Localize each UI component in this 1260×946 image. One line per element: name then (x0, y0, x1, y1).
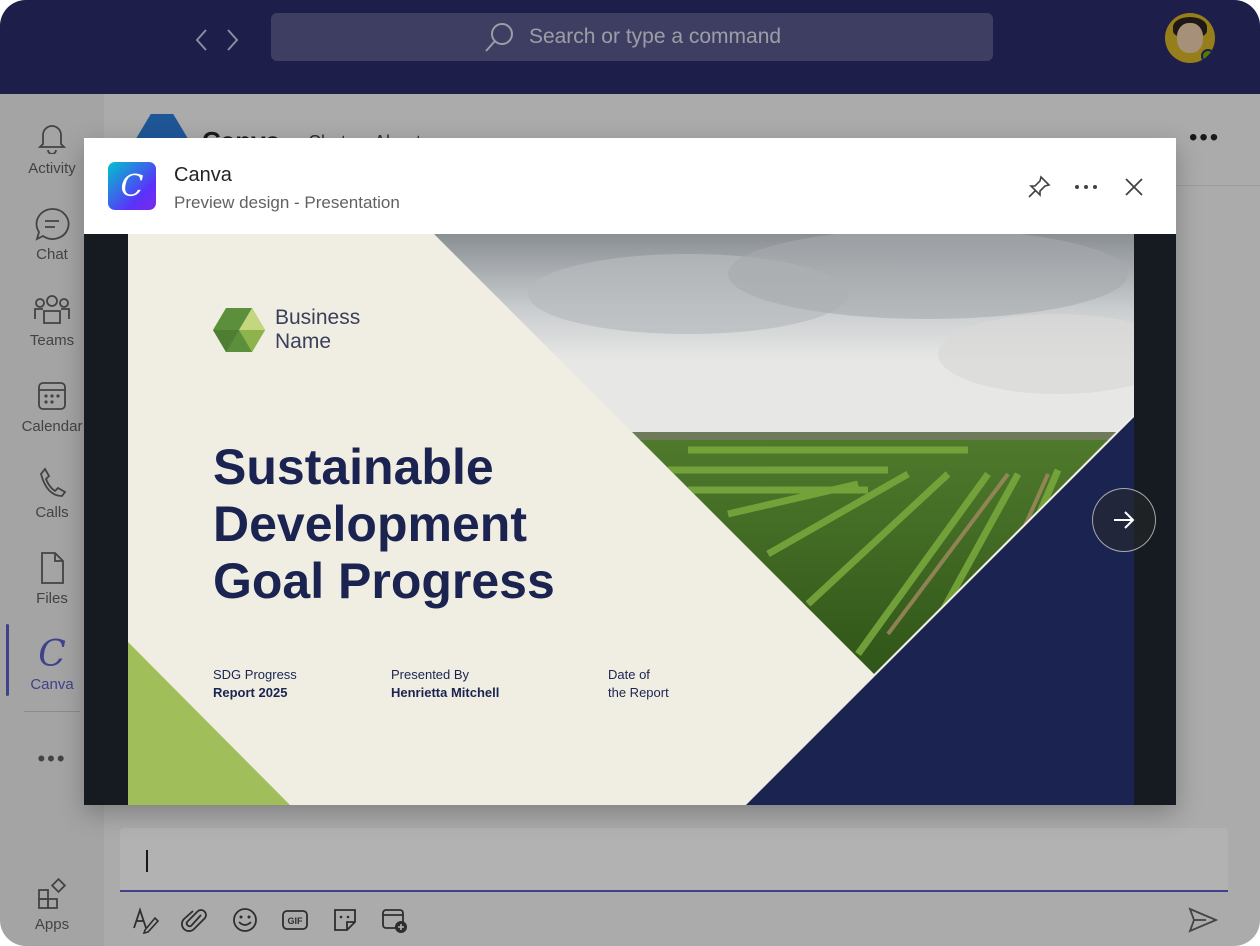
business-name-line2: Name (275, 330, 332, 353)
meta-value: the Report (608, 685, 669, 700)
slide-headline: Sustainable Development Goal Progress (213, 439, 633, 610)
teams-window: Search or type a command Canva Chat Abou… (0, 0, 1260, 946)
more-options-button[interactable] (1071, 172, 1101, 202)
design-preview-area: Business Name Sustainable Development Go… (84, 234, 1176, 805)
business-name: Business Name (275, 306, 360, 354)
canva-icon: C (108, 162, 156, 210)
headline-line: Goal Progress (213, 553, 555, 609)
dialog-subtitle: Preview design - Presentation (174, 193, 400, 212)
business-hexagon-logo (213, 308, 265, 352)
meta-value: Report 2025 (213, 685, 288, 700)
dialog-header: C Canva Preview design - Presentation (84, 138, 1176, 234)
headline-line: Sustainable (213, 439, 494, 495)
meta-value: Henrietta Mitchell (391, 685, 500, 700)
headline-line: Development (213, 496, 527, 552)
meta-report: SDG Progress Report 2025 (213, 666, 297, 702)
meta-presenter: Presented By Henrietta Mitchell (391, 666, 499, 702)
dialog-app-name: Canva (174, 164, 232, 186)
presentation-slide: Business Name Sustainable Development Go… (128, 234, 1134, 805)
canva-preview-dialog: C Canva Preview design - Presentation Bu… (84, 138, 1176, 805)
meta-label: Presented By (391, 667, 470, 682)
meta-label: SDG Progress (213, 667, 297, 682)
pin-button[interactable] (1024, 172, 1054, 202)
pin-icon (1028, 175, 1051, 198)
business-name-line1: Business (275, 306, 361, 329)
meta-date: Date of the Report (608, 666, 669, 702)
meta-label: Date of (608, 667, 650, 682)
close-icon (1125, 178, 1143, 196)
next-slide-button[interactable] (1092, 488, 1156, 552)
close-button[interactable] (1119, 172, 1149, 202)
ellipsis-icon (1075, 185, 1097, 189)
arrow-right-icon (1114, 511, 1135, 529)
